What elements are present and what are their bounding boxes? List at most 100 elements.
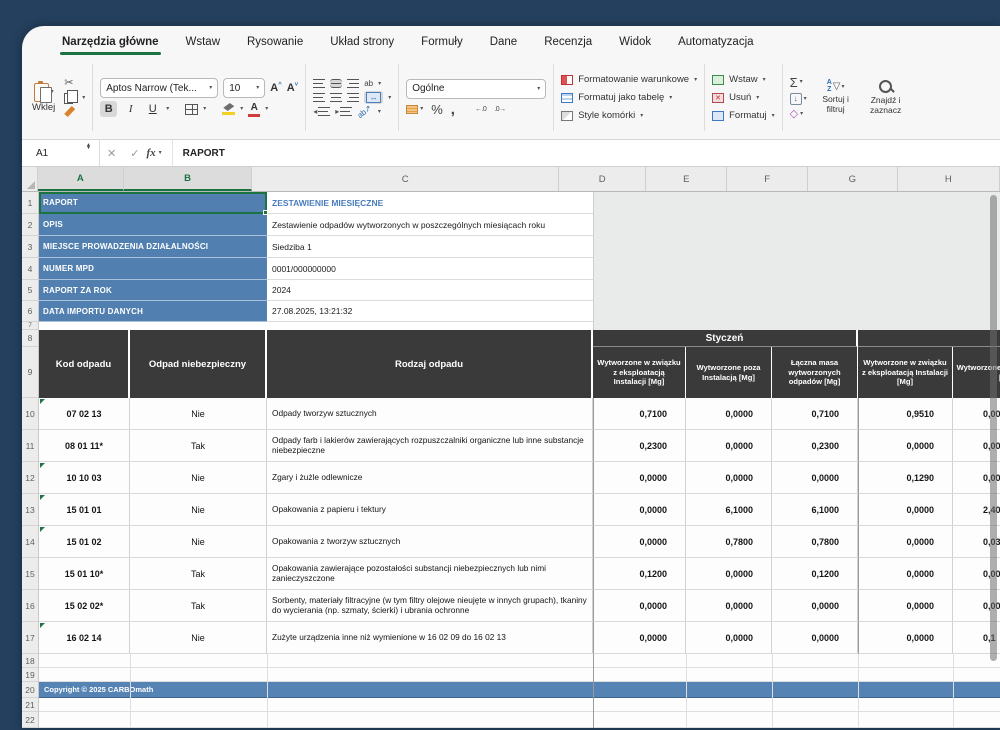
cell-value[interactable]: 0,1200 [593,558,686,590]
column-header-G[interactable]: G [808,167,897,191]
bold-button[interactable]: B [100,101,117,117]
accounting-format-icon[interactable]: ▾ [406,105,423,114]
cell-value[interactable]: 0,7800 [772,526,858,558]
cell-value[interactable]: 0,7100 [593,398,686,430]
row-header-15[interactable]: 15 [22,558,38,590]
chevron-down-icon[interactable]: ▾ [203,106,206,112]
table-header-cell[interactable]: Rodzaj odpadu [267,330,593,398]
cell-value[interactable]: 0,0000 [858,558,953,590]
chevron-down-icon[interactable]: ▾ [378,109,381,115]
cell-code[interactable]: 15 02 02* [39,590,130,622]
fill-down-icon[interactable]: ↓▾ [790,93,807,105]
cell-code[interactable]: 15 01 10* [39,558,130,590]
underline-button[interactable]: U [144,101,161,117]
fill-color-icon[interactable] [222,103,235,115]
column-header-D[interactable]: D [559,167,646,191]
cell-waste-name[interactable]: Zużyte urządzenia inne niż wymienione w … [267,622,593,654]
row-header-10[interactable]: 10 [22,398,38,430]
cell-value[interactable]: 0,0000 [686,430,772,462]
cell-value[interactable]: 0,0000 [593,622,686,654]
cell-value[interactable]: 0,0000 [858,622,953,654]
meta-value-cell[interactable]: Zestawienie odpadów wytworzonych w poszc… [267,214,593,236]
cell-waste-name[interactable]: Opakowania z papieru i tektury [267,494,593,526]
cell-code[interactable]: 10 10 03 [39,462,130,494]
row-header-21[interactable]: 21 [22,698,38,712]
meta-label-cell[interactable]: OPIS [39,214,267,236]
decrease-indent-icon[interactable]: ◂ [313,107,330,116]
vertical-scrollbar[interactable] [990,195,997,661]
delete-cells-button[interactable]: ✕ Usuń▾ [712,90,775,105]
tab-układ-strony[interactable]: Układ strony [330,36,394,48]
row-header-4[interactable]: 4 [22,258,38,280]
cell-value[interactable]: 6,1000 [772,494,858,526]
row-header-18[interactable]: 18 [22,654,38,668]
value-header-cell[interactable]: Wytworzone w związku z eksploatacją Inst… [593,347,686,398]
cell-value[interactable]: 0,0000 [686,590,772,622]
table-header-cell[interactable]: Kod odpadu [39,330,130,398]
select-all-corner[interactable] [22,167,38,191]
align-left-icon[interactable] [313,93,325,102]
meta-label-cell[interactable]: MIEJSCE PROWADZENIA DZIAŁALNOŚCI [39,236,267,258]
font-color-icon[interactable]: A [248,102,260,117]
cell-waste-name[interactable]: Opakowania z tworzyw sztucznych [267,526,593,558]
cancel-icon[interactable]: ✕ [107,147,116,160]
font-name-select[interactable]: Aptos Narrow (Tek...▾ [100,78,218,98]
row-header-22[interactable]: 22 [22,712,38,728]
row-header-5[interactable]: 5 [22,280,38,301]
align-right-icon[interactable] [347,93,359,102]
cell-waste-name[interactable]: Opakowania zawierające pozostałości subs… [267,558,593,590]
tab-dane[interactable]: Dane [490,36,518,48]
cell-styles-button[interactable]: Style komórki▾ [561,108,697,123]
row-header-20[interactable]: 20 [22,682,38,698]
meta-value-cell[interactable]: Siedziba 1 [267,236,593,258]
column-header-C[interactable]: C [252,167,558,191]
format-painter-icon[interactable] [64,106,75,117]
tab-wstaw[interactable]: Wstaw [186,36,221,48]
orientation-icon[interactable]: ab↗ [356,103,373,119]
cell-code[interactable]: 15 01 02 [39,526,130,558]
clear-icon[interactable]: ◇▾ [790,109,807,120]
decrease-font-icon[interactable]: A˅ [287,82,298,94]
column-header-H[interactable]: H [898,167,1000,191]
cell-code[interactable]: 07 02 13 [39,398,130,430]
cell-value[interactable]: 0,2300 [593,430,686,462]
meta-label-cell[interactable]: RAPORT ZA ROK [39,280,267,301]
row-header-2[interactable]: 2 [22,214,38,236]
cell-value[interactable]: 6,1000 [686,494,772,526]
column-header-F[interactable]: F [727,167,808,191]
cell-value[interactable]: 0,0000 [772,622,858,654]
row-header-17[interactable]: 17 [22,622,38,654]
cell-code[interactable]: 16 02 14 [39,622,130,654]
cell-value[interactable]: 0,0000 [593,590,686,622]
cell-waste-name[interactable]: Zgary i żużle odlewnicze [267,462,593,494]
sort-filter-button[interactable]: AZ ▽ ▾ Sortuj i filtruj [815,80,857,114]
row-header-7[interactable]: 7 [22,322,38,330]
chevron-down-icon[interactable]: ▾ [378,81,381,87]
row-header-1[interactable]: 1 [22,192,38,214]
number-format-select[interactable]: Ogólne▾ [406,79,546,99]
meta-label-cell[interactable]: DATA IMPORTU DANYCH [39,301,267,322]
increase-decimal-icon[interactable]: ←.0 [475,106,486,113]
align-top-icon[interactable] [313,79,325,88]
cell-waste-name[interactable]: Odpady tworzyw sztucznych [267,398,593,430]
cell-value[interactable]: 0,0000 [686,622,772,654]
paste-button[interactable]: ▾ Wklej [32,83,55,113]
row-header-14[interactable]: 14 [22,526,38,558]
row-header-8[interactable]: 8 [22,330,38,347]
decrease-decimal-icon[interactable]: .0→ [494,106,505,113]
table-header-cell[interactable]: Odpad niebezpieczny [130,330,267,398]
value-header-cell[interactable]: Wytworzone poza Instalacją [Mg] [686,347,772,398]
value-header-cell[interactable]: Wytworzone w związku z eksploatacją Inst… [858,347,953,398]
find-select-button[interactable]: Znajdź i zaznacz [865,80,907,116]
cell-waste-name[interactable]: Sorbenty, materiały filtracyjne (w tym f… [267,590,593,622]
cell-value[interactable]: 0,0000 [772,462,858,494]
cell-value[interactable]: 0,0000 [858,430,953,462]
row-header-6[interactable]: 6 [22,301,38,322]
column-header-B[interactable]: B [124,167,253,191]
format-cells-button[interactable]: Formatuj▾ [712,108,775,123]
tab-recenzja[interactable]: Recenzja [544,36,592,48]
cell-hazardous[interactable]: Nie [130,494,267,526]
row-header-19[interactable]: 19 [22,668,38,682]
cell-hazardous[interactable]: Nie [130,398,267,430]
cell-code[interactable]: 15 01 01 [39,494,130,526]
